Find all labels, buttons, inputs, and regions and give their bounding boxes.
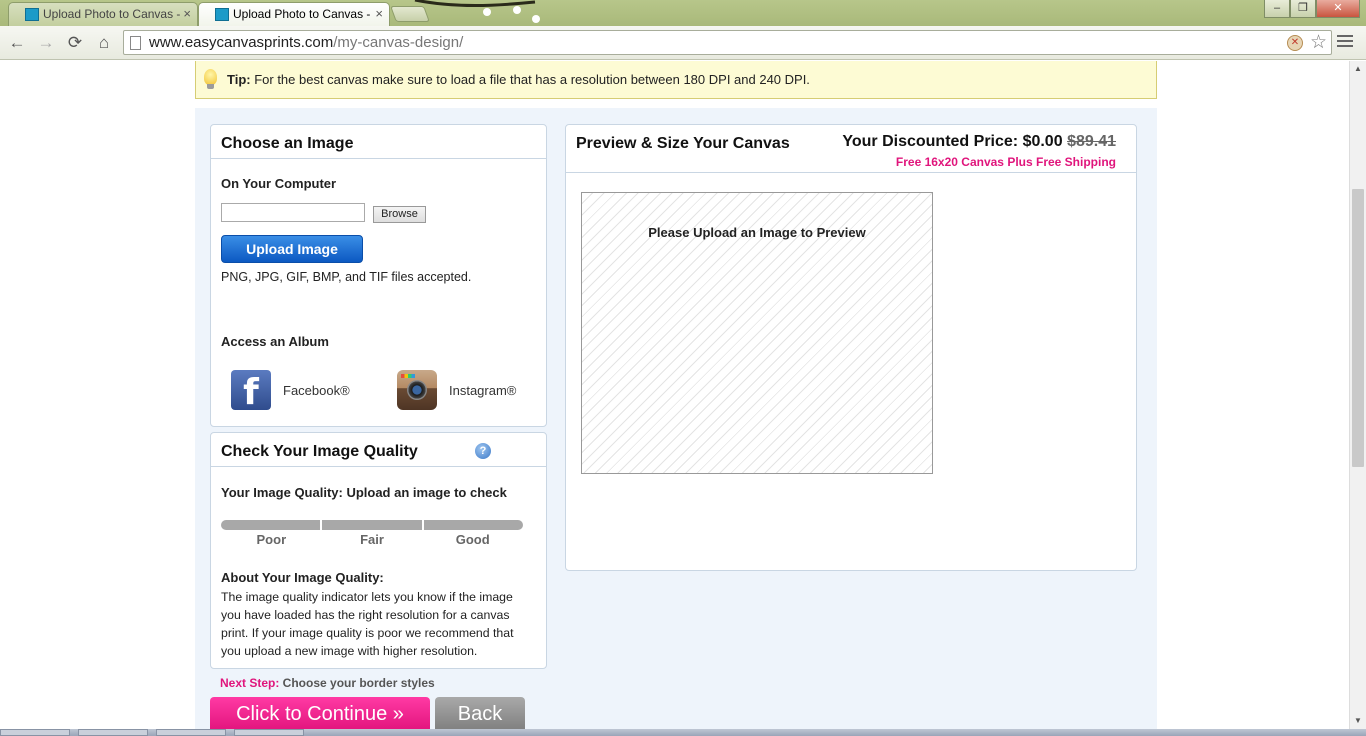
taskbar-item[interactable] [0,729,70,736]
discounted-price: Your Discounted Price: $0.00 $89.41 [842,133,1116,151]
canvas-preview-area: Please Upload an Image to Preview [581,192,933,474]
address-bar[interactable]: www.easycanvasprints.com/my-canvas-desig… [123,30,1332,55]
quality-label-poor: Poor [256,532,287,547]
continue-button[interactable]: Click to Continue » [210,697,430,729]
image-quality-title: Check Your Image Quality [211,433,546,467]
os-taskbar [0,729,1366,736]
help-icon[interactable]: ? [475,443,491,459]
lightbulb-icon [204,69,217,89]
tip-text: Tip: For the best canvas make sure to lo… [227,72,810,87]
page-icon [130,36,141,50]
taskbar-item[interactable] [234,729,304,736]
facebook-label: Facebook® [283,382,350,398]
browse-button[interactable]: Browse [373,206,426,223]
on-computer-heading: On Your Computer [221,176,337,191]
about-quality-title: About Your Image Quality: [221,570,384,585]
tab-title: Upload Photo to Canvas - [233,7,371,21]
quality-segment-poor [221,520,323,530]
about-quality-text: The image quality indicator lets you kno… [221,590,514,658]
image-quality-panel: Check Your Image Quality ? Your Image Qu… [210,432,547,669]
facebook-album-link[interactable]: f Facebook® [231,370,350,410]
preview-panel: Preview & Size Your Canvas Your Discount… [565,124,1137,571]
forward-arrow-icon[interactable]: → [35,32,57,54]
original-price: $89.41 [1067,133,1116,150]
back-button[interactable]: Back [435,697,525,729]
quality-labels: Poor Fair Good [221,532,523,547]
extension-icon[interactable]: ✕ [1287,35,1303,51]
file-path-input[interactable] [221,203,365,222]
upload-image-button[interactable]: Upload Image [221,235,363,263]
quality-segment-good [423,520,523,530]
quality-label-fair: Fair [360,532,384,547]
instagram-icon [397,370,437,410]
browser-menu-icon[interactable] [1337,35,1353,49]
page-scrollbar[interactable]: ▲ ▼ [1349,61,1366,729]
quality-label-good: Good [455,532,490,547]
next-step-description: Choose your border styles [279,676,435,690]
browser-tab-2[interactable]: Upload Photo to Canvas - × [198,2,390,26]
url-domain: www.easycanvasprints.com [149,34,334,51]
next-step-text: Next Step: Choose your border styles [220,676,435,690]
taskbar-item[interactable] [156,729,226,736]
browser-toolbar: ← → ⟳ ⌂ www.easycanvasprints.com/my-canv… [0,26,1366,60]
price-label: Your Discounted Price: [842,133,1023,150]
access-album-heading: Access an Album [221,334,329,349]
price-value: $0.00 [1022,133,1063,150]
quality-meter [221,520,523,530]
next-step-label: Next Step: [220,676,280,690]
taskbar-item[interactable] [78,729,148,736]
site-favicon-icon [25,8,39,21]
minimize-button[interactable]: – [1264,0,1290,18]
restore-button[interactable]: ❐ [1290,0,1316,18]
bookmark-star-icon[interactable]: ☆ [1310,31,1327,54]
scroll-up-icon[interactable]: ▲ [1354,64,1362,73]
choose-image-panel: Choose an Image On Your Computer Browse … [210,124,547,427]
tip-banner: Tip: For the best canvas make sure to lo… [195,61,1157,99]
back-arrow-icon[interactable]: ← [6,32,28,54]
design-area: Choose an Image On Your Computer Browse … [195,108,1157,729]
reload-icon[interactable]: ⟳ [64,32,86,54]
tip-label: Tip: [227,72,251,87]
home-icon[interactable]: ⌂ [93,32,115,54]
web-page: Tip: For the best canvas make sure to lo… [0,61,1349,729]
quality-status: Your Image Quality: Upload an image to c… [221,485,507,500]
window-controls: – ❐ ✕ [1264,0,1360,18]
url-path: /my-canvas-design/ [333,34,464,51]
quality-segment-fair [322,520,424,530]
close-window-button[interactable]: ✕ [1316,0,1360,18]
facebook-icon: f [231,370,271,410]
instagram-label: Instagram® [449,382,517,398]
tab-title: Upload Photo to Canvas - [43,7,181,21]
tab-close-icon[interactable]: × [375,3,383,25]
preview-placeholder: Please Upload an Image to Preview [648,225,866,240]
new-tab-button[interactable] [390,6,430,22]
scrollbar-thumb[interactable] [1352,189,1364,467]
site-favicon-icon [215,8,229,21]
address-url: www.easycanvasprints.com/my-canvas-desig… [149,34,463,51]
accepted-formats-text: PNG, JPG, GIF, BMP, and TIF files accept… [221,270,472,284]
choose-image-title: Choose an Image [211,125,546,159]
instagram-album-link[interactable]: Instagram® [397,370,516,410]
tip-message: For the best canvas make sure to load a … [250,72,810,87]
browser-tab-1[interactable]: Upload Photo to Canvas - × [8,2,198,26]
tab-close-icon[interactable]: × [183,3,191,25]
free-offer-note: Free 16x20 Canvas Plus Free Shipping [895,155,1116,169]
scroll-down-icon[interactable]: ▼ [1354,716,1362,725]
tab-strip: Upload Photo to Canvas - × Upload Photo … [0,0,1366,26]
